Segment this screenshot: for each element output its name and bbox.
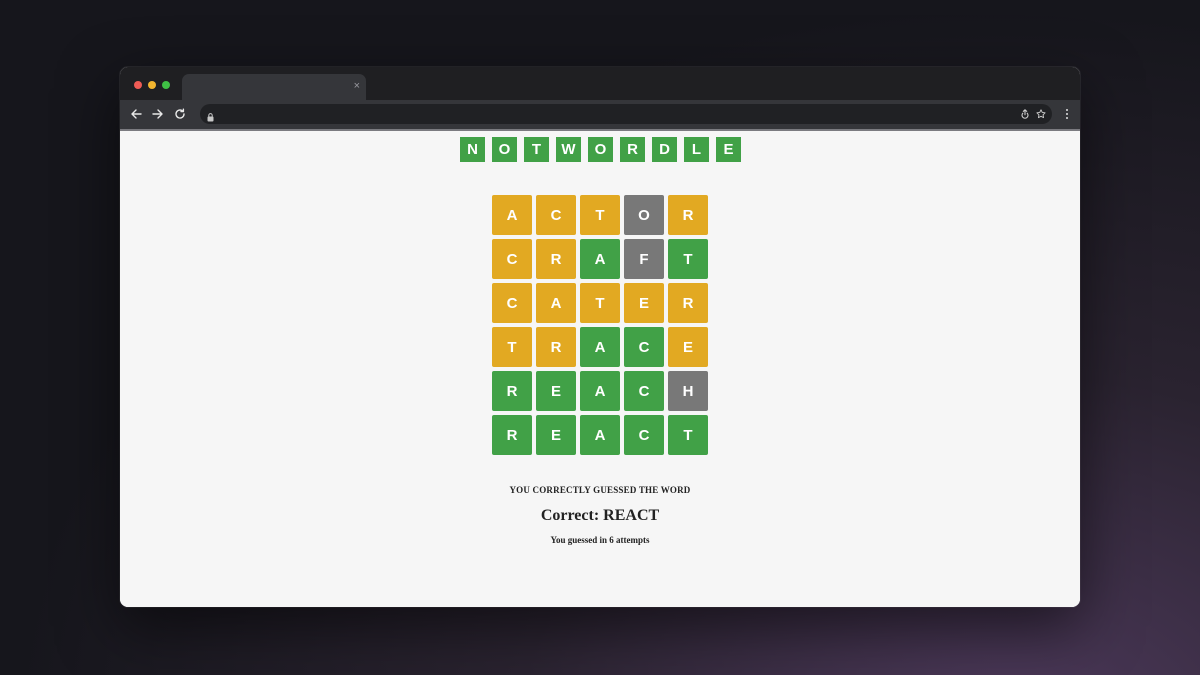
close-tab-icon[interactable]: × bbox=[354, 80, 360, 92]
board-tile: R bbox=[536, 239, 576, 279]
board-tile: E bbox=[668, 327, 708, 367]
browser-menu-icon[interactable] bbox=[1062, 106, 1072, 122]
board-tile: A bbox=[580, 327, 620, 367]
logo-letter-tile: W bbox=[556, 137, 581, 162]
board-tile: A bbox=[580, 239, 620, 279]
logo-letter-tile: R bbox=[620, 137, 645, 162]
board-tile: C bbox=[492, 239, 532, 279]
result-panel: YOU CORRECTLY GUESSED THE WORD Correct: … bbox=[120, 485, 1080, 545]
board-tile: T bbox=[580, 283, 620, 323]
board-tile: O bbox=[624, 195, 664, 235]
reload-icon[interactable] bbox=[172, 106, 188, 122]
browser-window: × NOTWORDLE ACTORCR A F T C A T E R T R … bbox=[120, 67, 1080, 607]
board-tile: F bbox=[624, 239, 664, 279]
board-tile: R bbox=[536, 327, 576, 367]
board-tile: A bbox=[580, 415, 620, 455]
close-window-button[interactable] bbox=[134, 81, 142, 89]
guess-board: ACTORCRAFTCATERTRACEREACHREACT bbox=[492, 195, 708, 455]
minimize-window-button[interactable] bbox=[148, 81, 156, 89]
board-tile: H bbox=[668, 371, 708, 411]
browser-toolbar bbox=[120, 100, 1080, 129]
browser-tab[interactable]: × bbox=[182, 74, 366, 100]
logo-letter-tile: O bbox=[588, 137, 613, 162]
board-tile: C bbox=[492, 283, 532, 323]
game-page: NOTWORDLE ACTORCRAFTCATERTRACEREACHREACT… bbox=[120, 129, 1080, 607]
logo-letter-tile: O bbox=[492, 137, 517, 162]
logo-letter-tile: N bbox=[460, 137, 485, 162]
attempts-count: You guessed in 6 attempts bbox=[550, 535, 650, 545]
board-tile: T bbox=[580, 195, 620, 235]
board-tile: R bbox=[668, 283, 708, 323]
board-tile: A bbox=[580, 371, 620, 411]
board-tile: T bbox=[492, 327, 532, 367]
board-tile: T bbox=[668, 415, 708, 455]
board-tile: C bbox=[624, 327, 664, 367]
logo-letter-tile: T bbox=[524, 137, 549, 162]
tab-bar: × bbox=[120, 67, 1080, 100]
board-tile: A bbox=[536, 283, 576, 323]
window-controls bbox=[134, 81, 170, 89]
correct-word-heading: Correct: REACT bbox=[540, 507, 660, 524]
maximize-window-button[interactable] bbox=[162, 81, 170, 89]
logo-letter-tile: E bbox=[716, 137, 741, 162]
board-tile: C bbox=[624, 415, 664, 455]
bookmark-star-icon[interactable] bbox=[1034, 107, 1048, 121]
board-tile: A bbox=[492, 195, 532, 235]
board-tile: R bbox=[668, 195, 708, 235]
forward-icon[interactable] bbox=[150, 106, 166, 122]
logo-letter-tile: D bbox=[652, 137, 677, 162]
board-tile: C bbox=[624, 371, 664, 411]
board-tile: E bbox=[536, 415, 576, 455]
lock-icon bbox=[207, 109, 214, 127]
board-tile: C bbox=[536, 195, 576, 235]
result-message: YOU CORRECTLY GUESSED THE WORD bbox=[509, 485, 691, 495]
logo-letter-tile: L bbox=[684, 137, 709, 162]
board-tile: R bbox=[492, 415, 532, 455]
share-icon[interactable] bbox=[1018, 107, 1032, 121]
board-tile: T bbox=[668, 239, 708, 279]
board-tile: E bbox=[624, 283, 664, 323]
board-tile: R bbox=[492, 371, 532, 411]
board-tile: E bbox=[536, 371, 576, 411]
back-icon[interactable] bbox=[128, 106, 144, 122]
game-logo: NOTWORDLE bbox=[460, 137, 741, 162]
address-bar[interactable] bbox=[200, 104, 1052, 124]
